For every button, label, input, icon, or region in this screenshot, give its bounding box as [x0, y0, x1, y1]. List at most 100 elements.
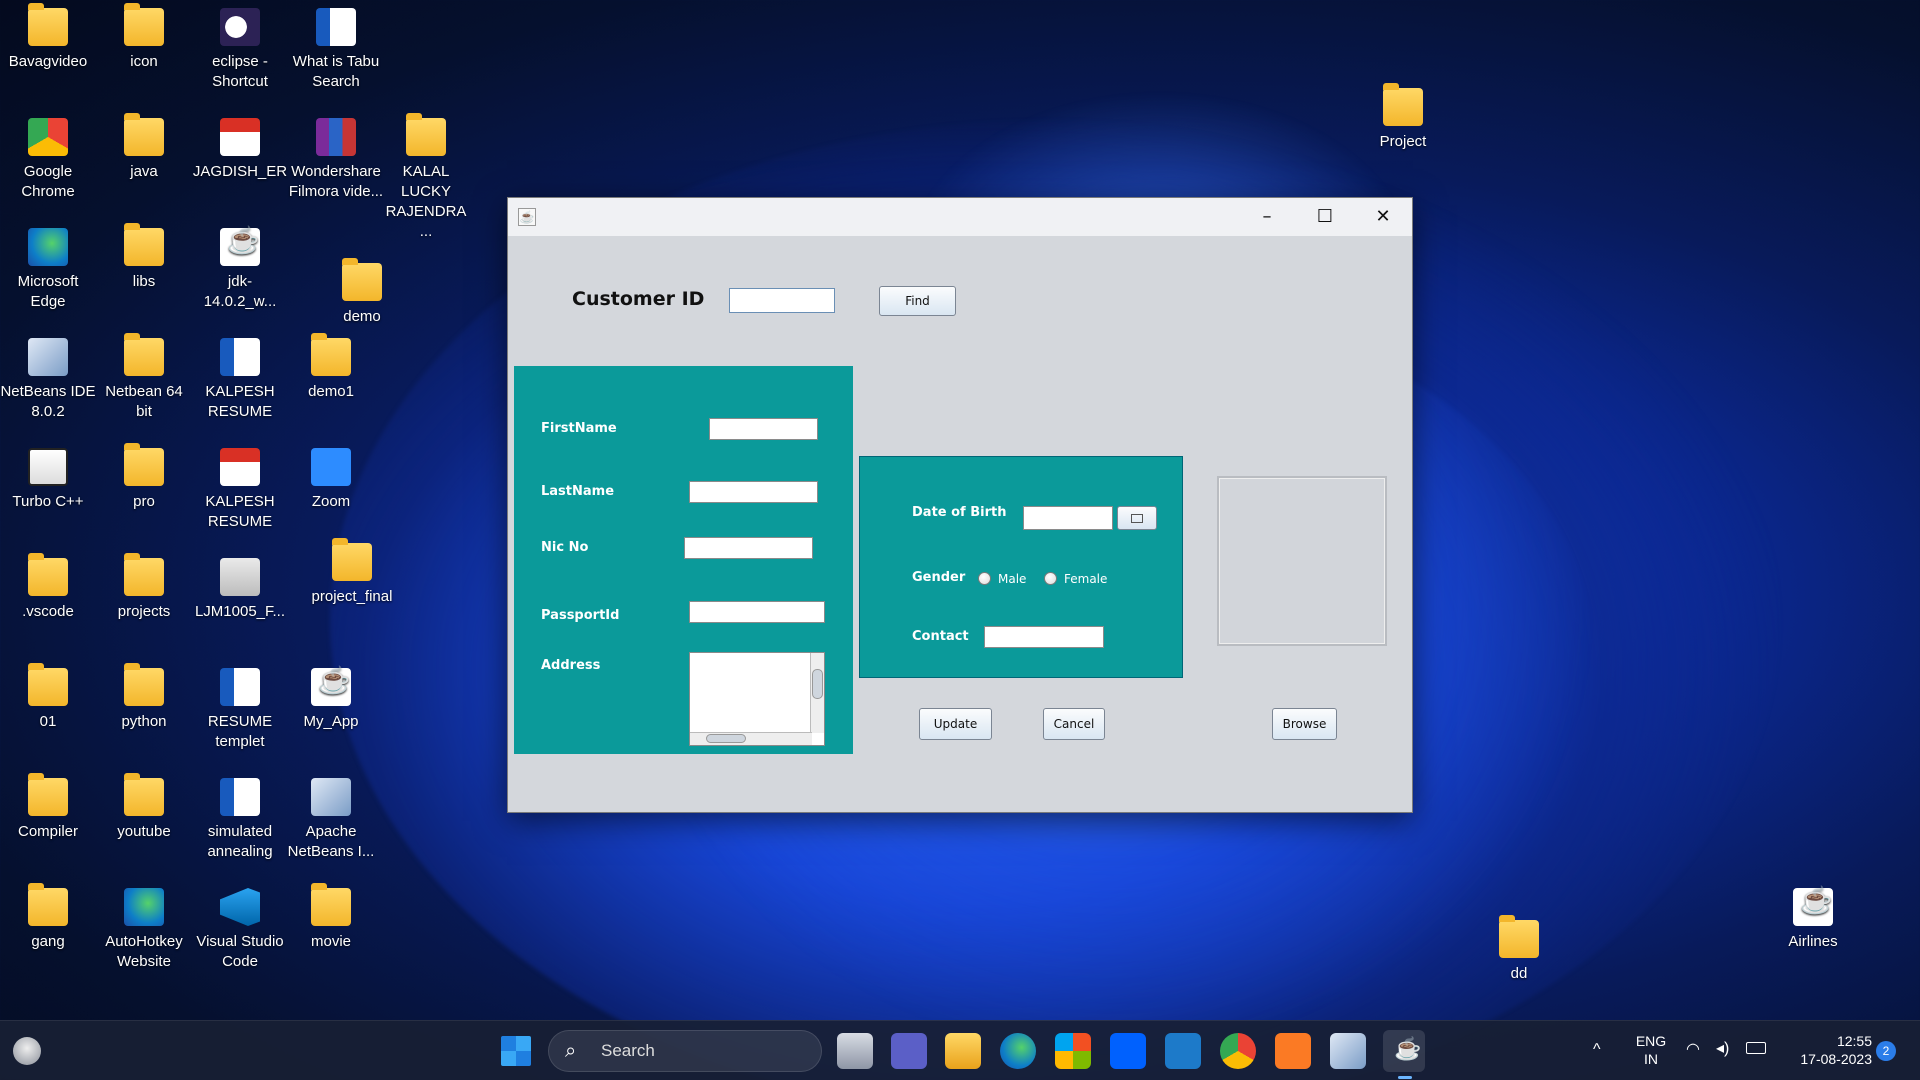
store-icon[interactable] — [1055, 1033, 1091, 1069]
scrollbar-thumb[interactable] — [706, 734, 746, 743]
desktop-icon[interactable]: KALPESH RESUME — [192, 338, 288, 422]
address-horizontal-scrollbar[interactable] — [690, 732, 812, 745]
address-vertical-scrollbar[interactable] — [810, 653, 824, 733]
desktop-icon[interactable]: simulated annealing — [192, 778, 288, 862]
desktop-icon[interactable]: My_App — [283, 668, 379, 732]
gender-female-label: Female — [1064, 572, 1108, 586]
desktop-icon-label: Visual Studio Code — [196, 933, 284, 970]
desktop-icon-label: youtube — [117, 823, 171, 840]
desktop-icon[interactable]: KALAL LUCKY RAJENDRA ... — [378, 113, 474, 242]
desktop-icon-label: AutoHotkey Website — [105, 933, 183, 970]
desktop-icon[interactable]: pro — [96, 443, 192, 512]
language-indicator[interactable]: ENG IN — [1630, 1032, 1672, 1068]
desktop-icon[interactable]: KALPESH RESUME — [192, 448, 288, 532]
gender-female-radio[interactable] — [1044, 572, 1057, 585]
maximize-button[interactable]: ☐ — [1296, 198, 1354, 236]
desktop-icon[interactable]: Netbean 64 bit — [96, 333, 192, 422]
close-button[interactable]: ✕ — [1354, 198, 1412, 236]
desktop-icon[interactable]: Zoom — [283, 448, 379, 512]
clock[interactable]: 12:55 17-08-2023 — [1782, 1032, 1872, 1068]
desktop-icon[interactable]: JAGDISH_ER — [192, 118, 288, 182]
wifi-icon[interactable]: ◠ — [1686, 1041, 1700, 1059]
firstname-input[interactable] — [709, 418, 818, 440]
winrar-icon — [316, 118, 356, 156]
desktop-icon[interactable]: RESUME templet — [192, 668, 288, 752]
contact-input[interactable] — [984, 626, 1104, 648]
title-bar[interactable]: ☕ – ☐ ✕ — [508, 198, 1412, 236]
desktop-icon[interactable]: .vscode — [0, 553, 96, 622]
desktop-icon[interactable]: AutoHotkey Website — [96, 888, 192, 972]
find-button[interactable]: Find — [879, 286, 956, 316]
desktop-icon[interactable]: Google Chrome — [0, 118, 96, 202]
desktop-icon[interactable]: jdk-14.0.2_w... — [192, 228, 288, 312]
passport-input[interactable] — [689, 601, 825, 623]
customer-id-label: Customer ID — [572, 288, 705, 310]
edge-icon[interactable] — [1000, 1033, 1036, 1069]
desktop-icon[interactable]: Apache NetBeans I... — [283, 778, 379, 862]
notification-badge[interactable]: 2 — [1876, 1041, 1896, 1061]
address-textarea[interactable] — [689, 652, 825, 746]
teams-chat-icon[interactable] — [891, 1033, 927, 1069]
start-icon[interactable] — [501, 1036, 531, 1066]
weather-icon[interactable] — [13, 1037, 41, 1065]
desktop-icon[interactable]: 01 — [0, 663, 96, 732]
desktop-icon[interactable]: Turbo C++ — [0, 448, 96, 512]
xampp-icon[interactable] — [1275, 1033, 1311, 1069]
mysql-icon[interactable] — [1165, 1033, 1201, 1069]
desktop-icon[interactable]: Compiler — [0, 773, 96, 842]
gender-male-radio[interactable] — [978, 572, 991, 585]
volume-icon[interactable]: ◂) — [1716, 1040, 1729, 1058]
desktop-icon[interactable]: gang — [0, 883, 96, 952]
lastname-input[interactable] — [689, 481, 818, 503]
task-view-icon[interactable] — [837, 1033, 873, 1069]
tray-overflow-chevron-icon[interactable]: ^ — [1593, 1041, 1601, 1059]
desktop-icon-label: RESUME templet — [207, 713, 273, 750]
desktop-icon[interactable]: dd — [1471, 915, 1567, 984]
desktop-icon[interactable]: Airlines — [1765, 888, 1861, 952]
chrome-icon[interactable] — [1220, 1033, 1256, 1069]
browse-button[interactable]: Browse — [1272, 708, 1337, 740]
desktop-icon[interactable]: projects — [96, 553, 192, 622]
nic-input[interactable] — [684, 537, 813, 559]
desktop-icon-label: What is Tabu Search — [292, 53, 380, 90]
file-explorer-icon[interactable] — [945, 1033, 981, 1069]
taskbar-search[interactable]: ⌕ Search — [548, 1030, 822, 1072]
desktop-icon[interactable]: demo1 — [283, 333, 379, 402]
customer-id-input[interactable] — [729, 288, 835, 313]
region-code: IN — [1644, 1051, 1658, 1067]
dob-input[interactable] — [1023, 506, 1113, 530]
cancel-button[interactable]: Cancel — [1043, 708, 1105, 740]
desktop-icon[interactable]: eclipse - Shortcut — [192, 8, 288, 92]
search-placeholder: Search — [601, 1041, 655, 1060]
calendar-button[interactable] — [1117, 506, 1157, 530]
desktop-icon[interactable]: libs — [96, 223, 192, 292]
desktop-icon[interactable]: Project — [1355, 83, 1451, 152]
desktop-icon-label: Airlines — [1788, 933, 1838, 950]
scrollbar-thumb[interactable] — [812, 669, 823, 699]
folder-icon — [124, 663, 164, 706]
battery-icon[interactable] — [1746, 1042, 1766, 1054]
desktop-icon[interactable]: python — [96, 663, 192, 732]
java-icon — [311, 668, 351, 706]
desktop-icon[interactable]: Bavagvideo — [0, 3, 96, 72]
desktop-icon[interactable]: demo — [314, 258, 410, 327]
desktop-icon[interactable]: NetBeans IDE 8.0.2 — [0, 338, 96, 422]
contact-label: Contact — [912, 629, 969, 644]
desktop-icon[interactable]: What is Tabu Search — [288, 8, 384, 92]
desktop-icon[interactable]: Microsoft Edge — [0, 228, 96, 312]
desktop-icon[interactable]: youtube — [96, 773, 192, 842]
dropbox-icon[interactable] — [1110, 1033, 1146, 1069]
update-button[interactable]: Update — [919, 708, 992, 740]
desktop-icon[interactable]: java — [96, 113, 192, 182]
desktop-icon[interactable]: LJM1005_F... — [192, 558, 288, 622]
minimize-button[interactable]: – — [1238, 198, 1296, 236]
desktop-icon[interactable]: project_final — [304, 538, 400, 607]
desktop-icon[interactable]: Visual Studio Code — [192, 888, 288, 972]
netbeans-icon[interactable] — [1330, 1033, 1366, 1069]
desktop-icon[interactable]: icon — [96, 3, 192, 72]
java-app-taskbar-icon[interactable]: ☕ — [1383, 1030, 1425, 1072]
desktop-icon[interactable]: movie — [283, 883, 379, 952]
netbeans-icon — [311, 778, 351, 816]
desktop-icon[interactable]: Wondershare Filmora vide... — [288, 118, 384, 202]
address-label: Address — [541, 658, 601, 673]
